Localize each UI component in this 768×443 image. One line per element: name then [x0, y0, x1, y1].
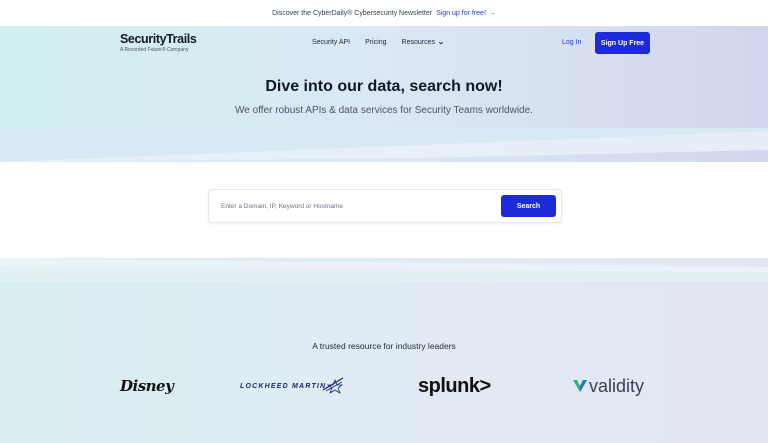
securitytrails-logo[interactable]: SecurityTrails A Recorded Future® Compan…	[120, 33, 197, 54]
search-input[interactable]	[221, 198, 491, 214]
nav-links: Security API Pricing Resources	[312, 39, 444, 46]
newsletter-signup-link[interactable]: Sign up for free! →	[436, 10, 496, 17]
lockheed-martin-logo: LOCKHEED MARTIN	[240, 370, 344, 402]
hero-title: Dive into our data, search now!	[265, 78, 503, 95]
validity-check-icon	[573, 380, 587, 392]
arrow-right-icon: →	[488, 9, 496, 17]
top-nav: SecurityTrails A Recorded Future® Compan…	[120, 32, 650, 56]
lockheed-star-icon	[323, 377, 344, 394]
announcement-text: Discover the CyberDaily® Cybersecurity N…	[272, 9, 433, 17]
nav-link-resources[interactable]: Resources	[402, 39, 444, 46]
search-button[interactable]: Search	[501, 195, 556, 217]
signup-button[interactable]: Sign Up Free	[595, 32, 650, 54]
login-link[interactable]: Log In	[562, 39, 581, 46]
nav-link-pricing[interactable]: Pricing	[365, 39, 386, 46]
hero-subtitle: We offer robust APIs & data services for…	[235, 105, 533, 116]
announcement-bar: Discover the CyberDaily® Cybersecurity N…	[0, 0, 768, 27]
disney-logo: Disney	[120, 377, 174, 395]
nav-link-security-api[interactable]: Security API	[312, 39, 350, 46]
trusted-heading: A trusted resource for industry leaders	[312, 341, 456, 351]
validity-logo: validity	[572, 370, 644, 402]
splunk-logo: splunk>	[418, 374, 491, 397]
hero-slant-divider	[0, 128, 768, 162]
chevron-down-icon	[438, 41, 444, 44]
search-box: Search	[208, 189, 562, 223]
lower-slant-divider	[0, 258, 768, 282]
